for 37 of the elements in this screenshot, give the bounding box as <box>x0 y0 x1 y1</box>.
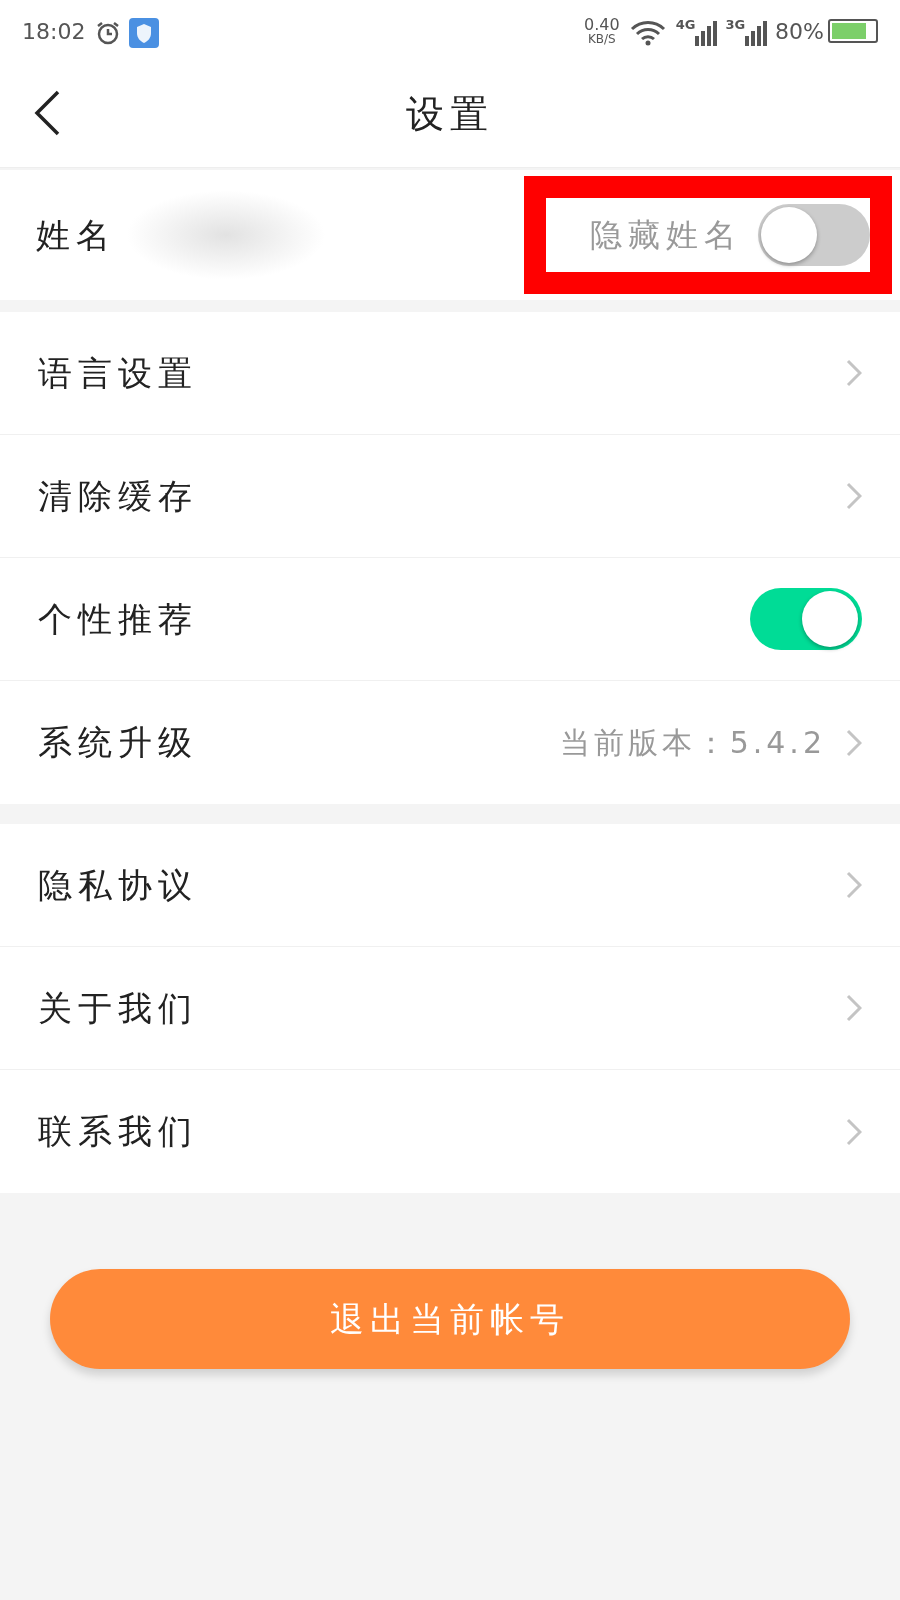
settings-row[interactable]: 关于我们 <box>0 947 900 1070</box>
chevron-icon <box>846 994 862 1022</box>
battery-icon <box>828 19 878 43</box>
settings-row[interactable]: 个性推荐 <box>0 558 900 681</box>
row-label: 语言设置 <box>38 351 199 395</box>
network-label: 3G <box>725 15 746 34</box>
row-label: 系统升级 <box>38 721 199 764</box>
settings-row[interactable]: 语言设置 <box>0 312 900 435</box>
wifi-icon <box>629 19 666 46</box>
toggle-label: 隐藏姓名 <box>590 215 742 256</box>
chevron-icon <box>846 1117 862 1146</box>
chevron-icon <box>846 871 862 899</box>
clock-time: 18:02 <box>22 17 86 46</box>
speed-value: 0.40 <box>584 17 620 33</box>
row-label: 个性推荐 <box>38 597 199 641</box>
settings-row[interactable]: 清除缓存 <box>0 435 900 558</box>
network-label: 4G <box>675 15 696 34</box>
battery-percent: 80% <box>775 17 824 46</box>
chevron-icon <box>846 728 862 757</box>
speed-unit: KB/S <box>587 33 616 45</box>
row-label: 联系我们 <box>38 1110 199 1153</box>
row-label: 隐私协议 <box>38 863 199 907</box>
row-label: 清除缓存 <box>38 474 199 518</box>
signal-icon <box>695 19 718 46</box>
chevron-icon <box>846 482 862 510</box>
chevron-icon <box>846 359 862 387</box>
field-label: 姓名 <box>35 213 116 257</box>
page-title: 设置 <box>406 91 494 138</box>
settings-row[interactable]: 系统升级 当前版本：5.4.2 <box>0 681 900 804</box>
signal-icon <box>745 19 768 46</box>
settings-row[interactable]: 隐私协议 <box>0 824 900 947</box>
row-label: 关于我们 <box>38 986 199 1030</box>
shield-icon <box>129 17 160 48</box>
toggle-switch[interactable] <box>758 204 870 266</box>
back-icon[interactable] <box>34 90 60 136</box>
version-text: 当前版本：5.4.2 <box>559 724 826 762</box>
settings-row[interactable]: 联系我们 <box>0 1070 900 1193</box>
